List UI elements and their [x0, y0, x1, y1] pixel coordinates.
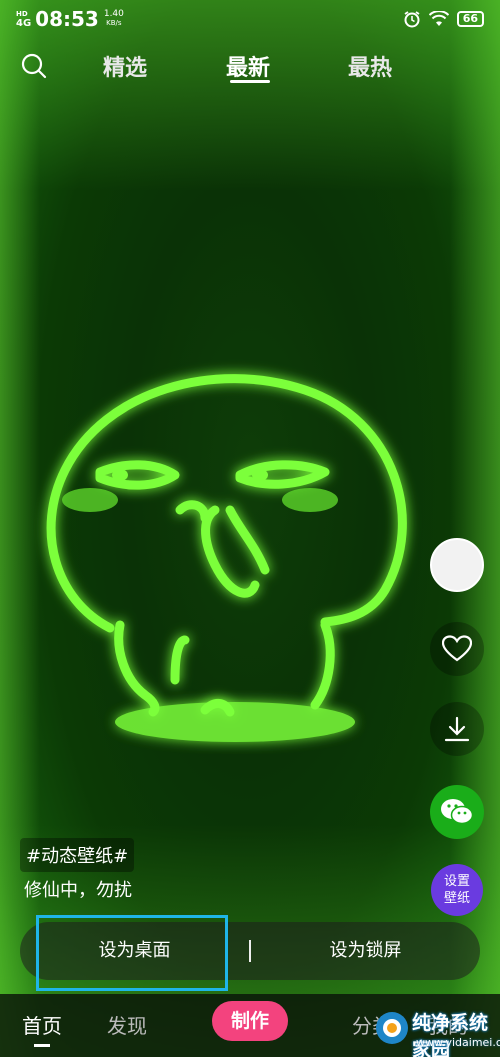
nav-discover[interactable]: 发现 — [107, 1010, 147, 1039]
like-button[interactable] — [430, 622, 484, 676]
neon-character-illustration — [46, 374, 407, 742]
watermark-url: www.yidaimei.com — [416, 1036, 500, 1049]
watermark-logo-icon — [376, 1012, 408, 1044]
download-icon — [444, 716, 470, 742]
clock: 08:53 — [35, 7, 99, 31]
set-wallpaper-button[interactable]: 设置 壁纸 — [431, 864, 483, 916]
hashtag[interactable]: #动态壁纸# — [20, 838, 135, 872]
active-tab-indicator — [230, 80, 270, 83]
nav-active-indicator — [34, 1044, 50, 1047]
wechat-share-button[interactable] — [430, 785, 484, 839]
wallpaper-description: 修仙中，勿扰 — [24, 880, 132, 901]
wechat-icon — [441, 799, 474, 825]
tab-hottest[interactable]: 最热 — [348, 50, 392, 82]
network-indicator: HD 4G — [16, 10, 32, 29]
top-tabs: 精选 最新 最热 — [0, 50, 500, 90]
make-button[interactable]: 制作 — [212, 1001, 288, 1041]
tab-latest[interactable]: 最新 — [226, 50, 270, 82]
set-as-lockscreen-button[interactable]: 设为锁屏 — [251, 922, 480, 980]
wifi-icon — [428, 11, 449, 26]
heart-icon — [442, 635, 472, 662]
status-bar: HD 4G 08:53 1.40 KB/s 66 — [0, 0, 500, 38]
network-speed: 1.40 KB/s — [103, 9, 124, 28]
download-button[interactable] — [430, 702, 484, 756]
author-avatar[interactable] — [430, 538, 484, 592]
highlight-annotation — [36, 915, 228, 991]
battery-indicator: 66 — [456, 11, 484, 27]
tab-featured[interactable]: 精选 — [103, 50, 147, 82]
site-watermark: 纯净系统家园 www.yidaimei.com — [360, 1000, 500, 1057]
nav-home[interactable]: 首页 — [22, 1010, 62, 1039]
alarm-icon — [404, 11, 420, 28]
watermark-title: 纯净系统家园 — [412, 1012, 489, 1057]
